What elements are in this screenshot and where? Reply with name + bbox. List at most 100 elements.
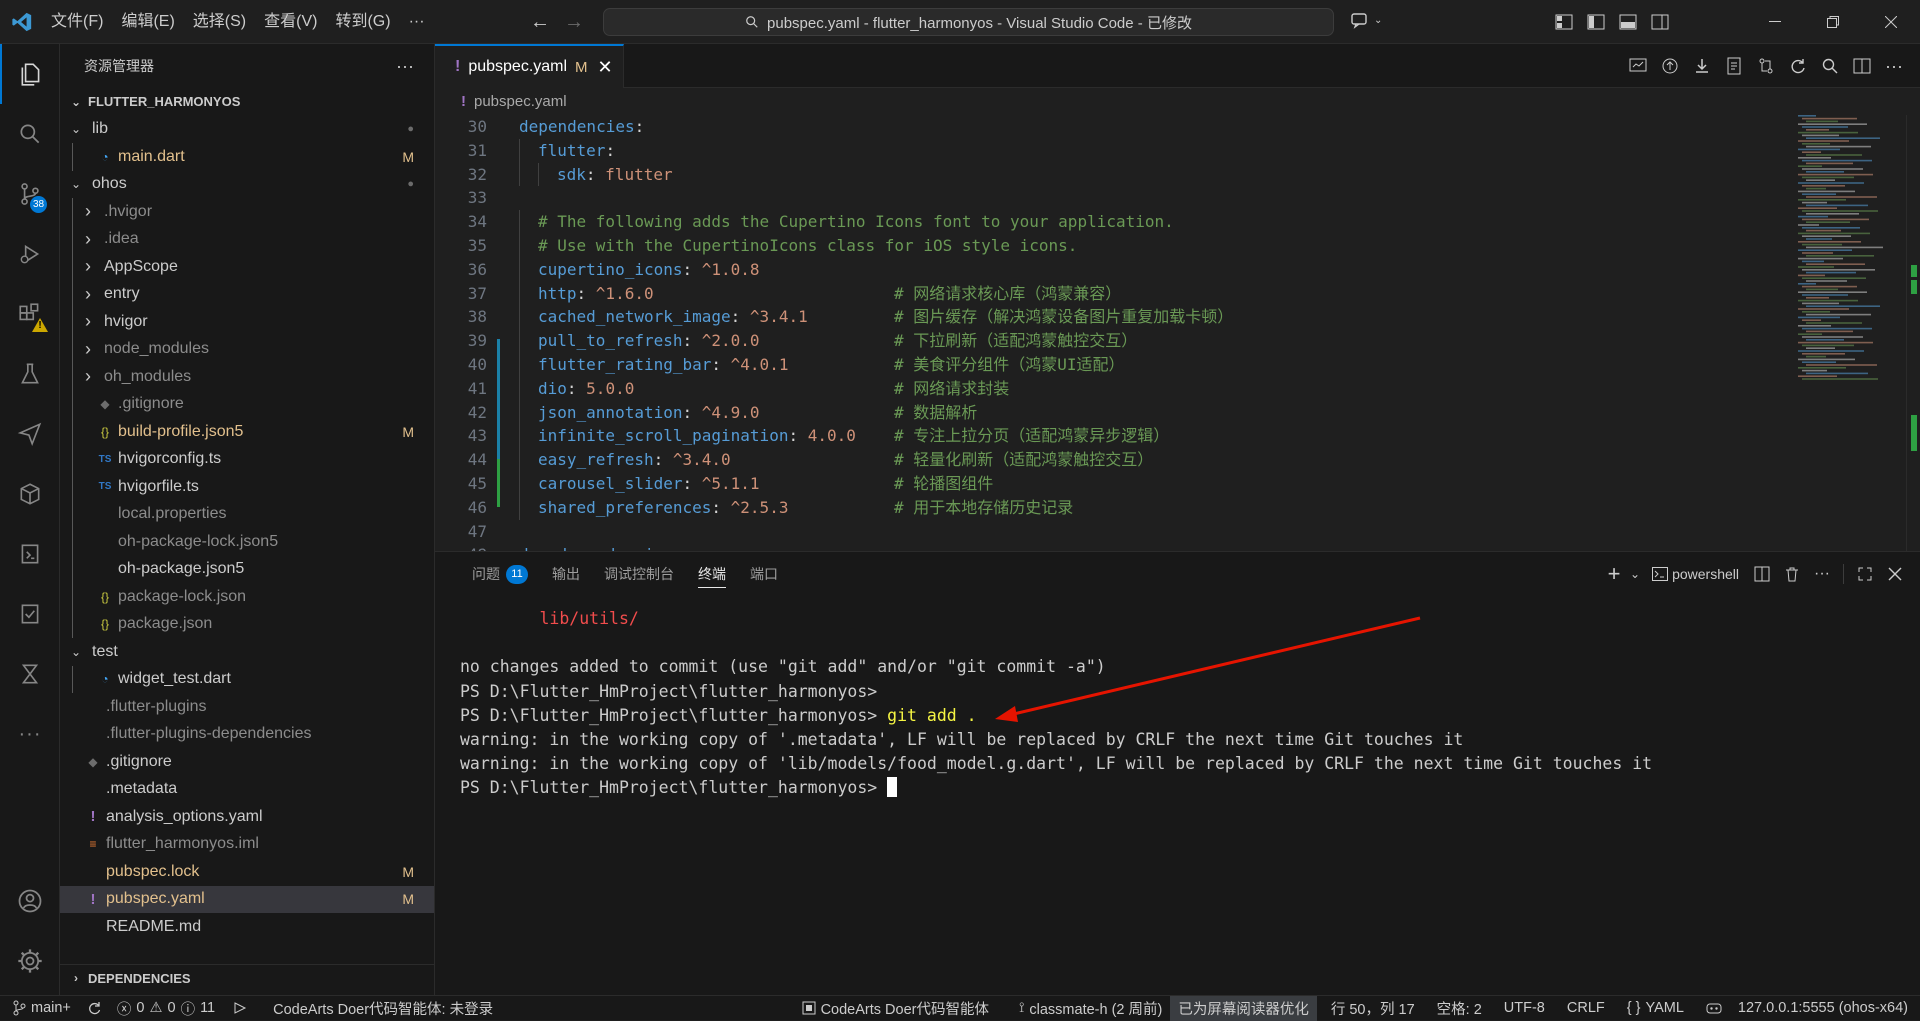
tree-folder[interactable]: › oh_modules — [60, 363, 434, 391]
tree-file[interactable]: ◔ widget_test.dart — [60, 665, 434, 693]
tree-file[interactable]: .flutter-plugins — [60, 693, 434, 721]
command-center-search[interactable]: pubspec.yaml - flutter_harmonyos - Visua… — [603, 8, 1334, 36]
codearts-login-status[interactable]: CodeArts Doer代码智能体: 未登录 — [265, 996, 501, 1021]
menu-more[interactable]: ··· — [400, 0, 434, 44]
more-actions-icon[interactable]: ··· — [396, 56, 414, 77]
minimap-line — [1806, 280, 1847, 282]
file-icon[interactable] — [1718, 44, 1750, 88]
restore-icon[interactable] — [1804, 0, 1862, 44]
scrollbar[interactable] — [1906, 115, 1920, 551]
close-tab-icon[interactable]: ✕ — [598, 57, 613, 78]
close-window-icon[interactable] — [1862, 0, 1920, 44]
checklist-icon[interactable] — [0, 584, 60, 644]
explorer-icon[interactable] — [0, 44, 60, 104]
testing-icon[interactable] — [0, 344, 60, 404]
menu-file[interactable]: 文件(F) — [42, 0, 112, 44]
toggle-panel-icon[interactable] — [1612, 0, 1644, 44]
codearts-agent-status[interactable]: CodeArts Doer代码智能体 — [794, 996, 997, 1021]
tree-folder[interactable]: › AppScope — [60, 253, 434, 281]
minimap-line — [1802, 151, 1821, 153]
more-views-icon[interactable]: ··· — [0, 704, 60, 764]
remote-indicator[interactable]: main+ — [0, 996, 79, 1021]
refresh-icon[interactable] — [1782, 44, 1814, 88]
source-control-icon[interactable]: 38 — [0, 164, 60, 224]
tree-file[interactable]: oh-package-lock.json5 — [60, 528, 434, 556]
tree-file[interactable]: ! pubspec.yaml M — [60, 885, 434, 913]
tree-file[interactable]: README.md — [60, 913, 434, 941]
toggle-secondary-sidebar-icon[interactable] — [1644, 0, 1676, 44]
tree-file[interactable]: ◔ main.dart M — [60, 143, 434, 171]
tree-file[interactable]: .metadata — [60, 776, 434, 804]
tree-file[interactable]: .flutter-plugins-dependencies — [60, 721, 434, 749]
layout-customize-icon[interactable] — [1548, 0, 1580, 44]
tree-file[interactable]: local.properties — [60, 500, 434, 528]
tree-folder[interactable]: › .hvigor — [60, 198, 434, 226]
package-icon[interactable] — [0, 464, 60, 524]
end-of-line[interactable]: CRLF — [1559, 996, 1613, 1021]
breadcrumb[interactable]: ! pubspec.yaml — [435, 88, 1920, 115]
find-icon[interactable] — [1814, 44, 1846, 88]
tree-file[interactable]: pubspec.lock M — [60, 858, 434, 886]
tree-file[interactable]: TS hvigorfile.ts — [60, 473, 434, 501]
language-mode[interactable]: { } YAML — [1619, 996, 1692, 1021]
chat-icon — [1351, 13, 1367, 29]
toggle-sidebar-icon[interactable] — [1580, 0, 1612, 44]
tree-file[interactable]: {} package.json — [60, 610, 434, 638]
account-icon[interactable] — [0, 871, 60, 931]
deploy-icon[interactable] — [0, 524, 60, 584]
menu-view[interactable]: 查看(V) — [255, 0, 326, 44]
colon: : — [605, 140, 625, 160]
copilot-button[interactable]: ⌄ — [1350, 10, 1382, 30]
minimap[interactable] — [1796, 115, 1906, 395]
warning-count: 0 — [167, 1000, 176, 1016]
tree-folder[interactable]: › .idea — [60, 225, 434, 253]
tree-file[interactable]: ◆ .gitignore — [60, 748, 434, 776]
debug-icon[interactable] — [223, 996, 255, 1021]
tree-folder[interactable]: ⌄ test — [60, 638, 434, 666]
tree-folder[interactable]: ⌄ ohos ● — [60, 171, 434, 199]
tree-file[interactable]: {} package-lock.json — [60, 583, 434, 611]
tree-file[interactable]: ! analysis_options.yaml — [60, 803, 434, 831]
cursor-position[interactable]: 行 50，列 17 — [1323, 996, 1423, 1021]
upload-icon[interactable] — [1654, 44, 1686, 88]
settings-gear-icon[interactable] — [0, 931, 60, 991]
tree-file[interactable]: oh-package.json5 — [60, 555, 434, 583]
tree-folder[interactable]: › entry — [60, 280, 434, 308]
code-text: flutter_rating_bar: ^4.0.1 — [538, 353, 788, 377]
indentation[interactable]: 空格: 2 — [1429, 996, 1490, 1021]
project-root[interactable]: ⌄ FLUTTER_HARMONYOS — [60, 88, 434, 116]
forward-arrow-icon[interactable]: → — [564, 11, 584, 34]
run-debug-icon[interactable] — [0, 224, 60, 284]
encoding[interactable]: UTF-8 — [1496, 996, 1553, 1021]
tree-file[interactable]: ◆ .gitignore — [60, 390, 434, 418]
tab-pubspec-yaml[interactable]: ! pubspec.yaml M ✕ — [435, 44, 624, 88]
problems-status[interactable]: ⓧ 0 ⚠ 0 ⓘ 11 — [109, 996, 223, 1021]
copilot-status-icon[interactable] — [1698, 996, 1730, 1021]
more-actions-icon[interactable]: ··· — [1878, 44, 1910, 88]
split-editor-icon[interactable] — [1846, 44, 1878, 88]
compare-changes-icon[interactable] — [1750, 44, 1782, 88]
download-icon[interactable] — [1686, 44, 1718, 88]
remote-explorer-icon[interactable] — [0, 404, 60, 464]
dependencies-section[interactable]: › DEPENDENCIES — [60, 964, 434, 992]
tree-folder[interactable]: ⌄ lib ● — [60, 116, 434, 144]
tree-file[interactable]: {} build-profile.json5 M — [60, 418, 434, 446]
search-icon[interactable] — [0, 104, 60, 164]
code-area[interactable]: 30 dependencies: 31 flutter: 32 sdk: flutte… — [435, 115, 1920, 551]
sync-icon[interactable] — [79, 996, 109, 1021]
tree-file[interactable]: TS hvigorconfig.ts — [60, 445, 434, 473]
tree-folder[interactable]: › node_modules — [60, 335, 434, 363]
back-arrow-icon[interactable]: ← — [530, 11, 550, 34]
flutter-icon[interactable] — [0, 644, 60, 704]
device-status[interactable]: 127.0.0.1:5555 (ohos-x64) — [1730, 996, 1920, 1021]
git-blame-status[interactable]: ⟟ classmate-h (2 周前) — [1011, 996, 1170, 1021]
menu-edit[interactable]: 编辑(E) — [112, 0, 183, 44]
minimize-icon[interactable] — [1746, 0, 1804, 44]
menu-go[interactable]: 转到(G) — [326, 0, 399, 44]
screen-reader-status[interactable]: 已为屏幕阅读器优化 — [1170, 995, 1317, 1021]
tree-folder[interactable]: › hvigor — [60, 308, 434, 336]
tree-file[interactable]: ≡ flutter_harmonyos.iml — [60, 831, 434, 859]
timeline-icon[interactable] — [1622, 44, 1654, 88]
menu-selection[interactable]: 选择(S) — [184, 0, 255, 44]
extensions-icon[interactable]: ! — [0, 284, 60, 344]
